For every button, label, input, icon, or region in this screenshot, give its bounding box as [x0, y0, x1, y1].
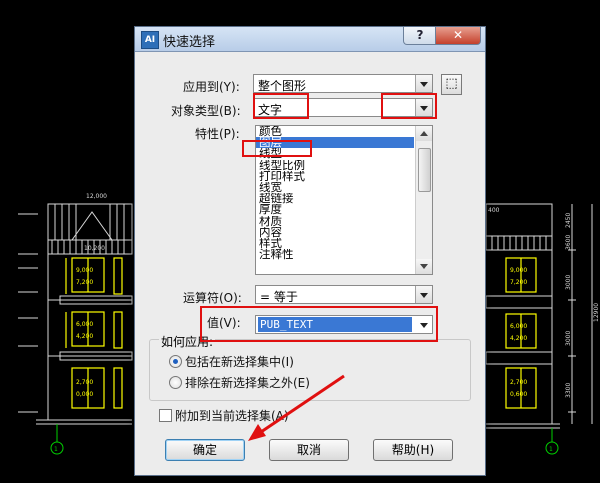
- property-item[interactable]: 厚度: [256, 204, 414, 215]
- property-item[interactable]: 颜色: [256, 126, 414, 137]
- dim-top-2: 10,200: [84, 245, 105, 252]
- rdim-5: 3300: [565, 383, 572, 398]
- include-label[interactable]: 包括在新选择集中(I): [185, 353, 294, 370]
- axis-label-left: 1: [54, 446, 58, 453]
- properties-label: 特性(P):: [195, 127, 240, 141]
- rv-6000: 6,000: [510, 323, 527, 330]
- rdim-3: 3000: [565, 275, 572, 290]
- property-item[interactable]: 材质: [256, 216, 414, 227]
- chevron-down-icon[interactable]: [415, 286, 432, 303]
- highlight-layer-item: [242, 140, 312, 157]
- property-item[interactable]: 线型比例: [256, 160, 414, 171]
- exclude-label[interactable]: 排除在新选择集之外(E): [185, 374, 310, 391]
- property-item[interactable]: 内容: [256, 227, 414, 238]
- rdim-1: 2450: [565, 213, 572, 228]
- property-item[interactable]: 样式: [256, 238, 414, 249]
- object-type-label: 对象类型(B):: [171, 104, 241, 118]
- scroll-down-icon[interactable]: [416, 259, 432, 274]
- include-radio[interactable]: [169, 355, 182, 368]
- rv-7200: 7,200: [510, 279, 527, 286]
- rv-9000: 9,000: [510, 267, 527, 274]
- operator-value: = 等于: [260, 290, 298, 304]
- property-item[interactable]: 线宽: [256, 182, 414, 193]
- help-button[interactable]: 帮助(H): [373, 439, 453, 461]
- autocad-app-icon: AI: [141, 31, 159, 49]
- lv-6000: 6,000: [76, 321, 93, 328]
- titlebar-close-button[interactable]: ✕: [435, 27, 481, 45]
- chevron-down-icon[interactable]: [415, 75, 432, 92]
- lv-9000: 9,000: [76, 267, 93, 274]
- axis-label-right: 1: [549, 446, 553, 453]
- rv-0600: 0,600: [510, 391, 527, 398]
- rdim-total: 12900: [593, 303, 600, 322]
- apply-to-value: 整个图形: [258, 79, 307, 93]
- scroll-thumb[interactable]: [418, 148, 431, 192]
- rv-4200: 4,200: [510, 335, 527, 342]
- cursor-pick-icon: ⬚: [445, 76, 458, 91]
- ok-button[interactable]: 确定: [165, 439, 245, 461]
- operator-label: 运算符(O):: [183, 291, 242, 305]
- highlight-object-type-value: [253, 93, 309, 119]
- lv-4200: 4,200: [76, 333, 93, 340]
- apply-to-label: 应用到(Y):: [183, 80, 240, 94]
- property-item[interactable]: 注释性: [256, 249, 414, 260]
- append-checkbox[interactable]: [159, 409, 172, 422]
- dialog-title: 快速选择: [163, 35, 216, 50]
- rdim-2: 3600: [565, 235, 572, 250]
- properties-scrollbar[interactable]: [415, 126, 432, 274]
- append-label[interactable]: 附加到当前选择集(A): [175, 407, 289, 424]
- dialog-titlebar[interactable]: AI 快速选择 ? ✕: [135, 27, 485, 52]
- rv-2700: 2,700: [510, 379, 527, 386]
- apply-to-dropdown[interactable]: 整个图形: [253, 74, 433, 93]
- property-item[interactable]: 打印样式: [256, 171, 414, 182]
- exclude-radio[interactable]: [169, 376, 182, 389]
- property-item[interactable]: 超链接: [256, 193, 414, 204]
- highlight-object-type-arrow: [381, 93, 437, 119]
- operator-dropdown[interactable]: = 等于: [255, 285, 433, 304]
- highlight-value-field: [200, 306, 438, 342]
- select-objects-button[interactable]: ⬚: [441, 74, 462, 95]
- rdim-4: 3000: [565, 331, 572, 346]
- lv-0000: 0,000: [76, 391, 93, 398]
- lv-7200: 7,200: [76, 279, 93, 286]
- lv-2700: 2,700: [76, 379, 93, 386]
- scroll-up-icon[interactable]: [416, 126, 432, 141]
- dim-top-3: 400: [488, 207, 500, 214]
- titlebar-help-button[interactable]: ?: [403, 27, 437, 45]
- dim-top-1: 12,000: [86, 193, 107, 200]
- cancel-button[interactable]: 取消: [269, 439, 349, 461]
